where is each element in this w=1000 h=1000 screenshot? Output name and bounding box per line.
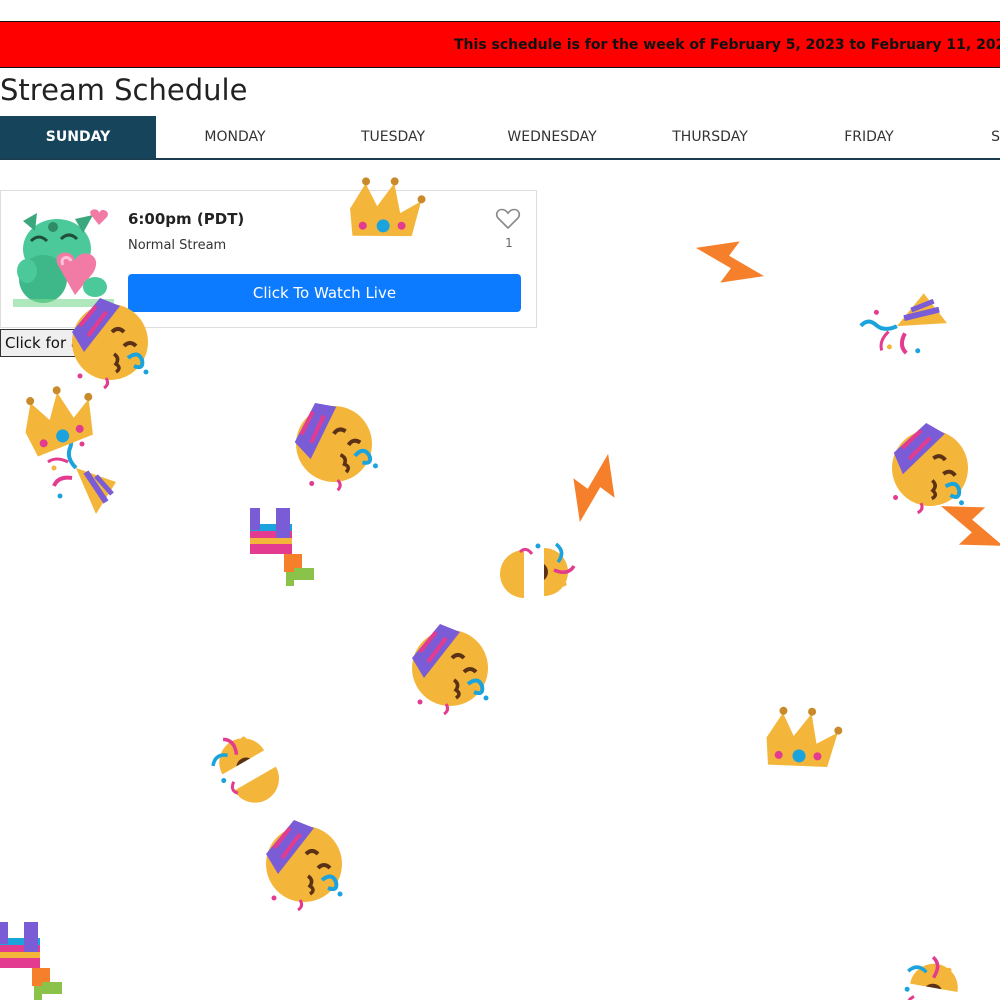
- confetti-ball-icon: [896, 951, 967, 1000]
- tab-thursday[interactable]: THURSDAY: [632, 116, 788, 158]
- tab-friday[interactable]: FRIDAY: [791, 116, 947, 158]
- party-popper-icon: [48, 434, 116, 514]
- party-face-icon: [410, 622, 491, 716]
- confetti-ball-icon: [201, 721, 290, 817]
- party-face-icon: [264, 818, 345, 912]
- day-tabs: SUNDAY MONDAY TUESDAY WEDNESDAY THURSDAY…: [0, 116, 1000, 160]
- pinata-icon: [250, 508, 314, 586]
- tab-tuesday[interactable]: TUESDAY: [315, 116, 471, 158]
- stream-card: 6:00pm (PDT) Normal Stream Click To Watc…: [0, 190, 537, 328]
- emote-hugging-heart-icon: [13, 207, 114, 307]
- pinata-icon: [0, 922, 62, 1000]
- crown-icon: [18, 380, 101, 458]
- lightning-icon: [690, 234, 770, 290]
- heart-icon[interactable]: [495, 207, 521, 231]
- stream-type: Normal Stream: [128, 238, 227, 253]
- watch-live-button[interactable]: Click To Watch Live: [128, 274, 521, 312]
- like-count: 1: [505, 236, 513, 250]
- lightning-icon: [930, 493, 1000, 559]
- week-banner-text: This schedule is for the week of Februar…: [454, 37, 1000, 53]
- tab-monday[interactable]: MONDAY: [157, 116, 313, 158]
- crown-icon: [760, 698, 847, 781]
- party-popper-icon: [855, 277, 953, 368]
- tab-wednesday[interactable]: WEDNESDAY: [474, 116, 630, 158]
- party-face-icon: [883, 417, 977, 521]
- confetti-ball-icon: [498, 541, 576, 600]
- tab-sunday[interactable]: SUNDAY: [0, 116, 156, 158]
- lightning-icon: [566, 448, 622, 528]
- stream-time: 6:00pm (PDT): [128, 210, 245, 228]
- tab-saturday[interactable]: SATURDAY: [950, 116, 1000, 158]
- week-banner: This schedule is for the week of Februar…: [0, 21, 1000, 68]
- all-streams-button[interactable]: Click for all streams: [0, 329, 144, 357]
- page-title: Stream Schedule: [0, 73, 248, 107]
- party-face-icon: [285, 390, 384, 499]
